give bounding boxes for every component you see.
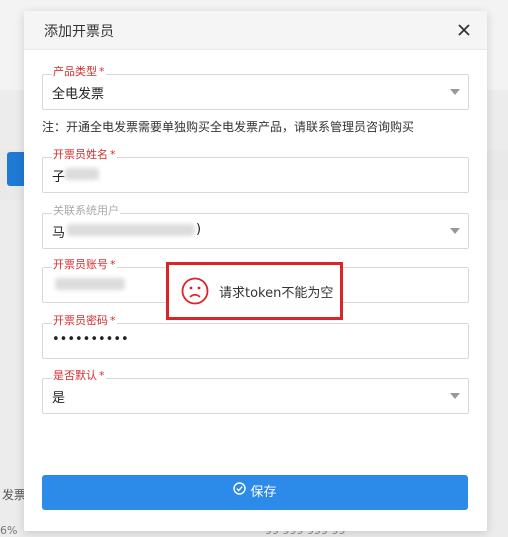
- sad-face-icon: [181, 277, 209, 305]
- save-label: 保存: [250, 485, 277, 500]
- is-default-select[interactable]: 是否默认 * 是: [42, 370, 469, 414]
- redacted-text: [55, 278, 125, 290]
- chevron-down-icon: [450, 89, 460, 95]
- field-label: 开票员姓名 *: [52, 148, 117, 161]
- background-cell: 6%: [0, 524, 18, 537]
- invoicer-name-field[interactable]: 开票员姓名 * 子: [42, 149, 469, 193]
- chevron-down-icon: [450, 393, 460, 399]
- password-value: ••••••••••: [52, 332, 129, 347]
- error-toast: 请求token不能为空: [166, 262, 343, 320]
- background-column-header: 发票: [2, 488, 27, 502]
- save-button[interactable]: 保存: [42, 475, 468, 510]
- product-type-select[interactable]: 产品类型 * 全电发票: [42, 66, 469, 110]
- toast-message: 请求token不能为空: [219, 286, 334, 301]
- field-label: 是否默认 *: [52, 369, 106, 382]
- linked-user-prefix: 马: [52, 226, 66, 241]
- invoicer-password-field[interactable]: 开票员密码 * ••••••••••: [42, 315, 469, 359]
- field-label: 产品类型 *: [52, 65, 106, 78]
- product-note: 注：开通全电发票需要单独购买全电发票产品，请联系管理员咨询购买: [42, 120, 415, 134]
- check-circle-icon: [233, 474, 247, 509]
- close-icon[interactable]: [455, 21, 473, 39]
- product-type-value: 全电发票: [52, 87, 105, 102]
- invoicer-name-value: 子: [52, 170, 66, 185]
- chevron-down-icon: [450, 228, 460, 234]
- dialog-header: 添加开票员: [24, 11, 487, 50]
- redacted-text: [65, 168, 99, 180]
- linked-user-suffix: ): [196, 222, 202, 237]
- field-label: 开票员密码 *: [52, 314, 117, 327]
- field-label: 开票员账号 *: [52, 258, 117, 271]
- field-label: 关联系统用户: [52, 204, 120, 217]
- is-default-value: 是: [52, 391, 66, 406]
- redacted-text: [67, 224, 195, 236]
- dialog-title: 添加开票员: [44, 24, 114, 40]
- linked-user-select[interactable]: 关联系统用户 马 ): [42, 205, 469, 249]
